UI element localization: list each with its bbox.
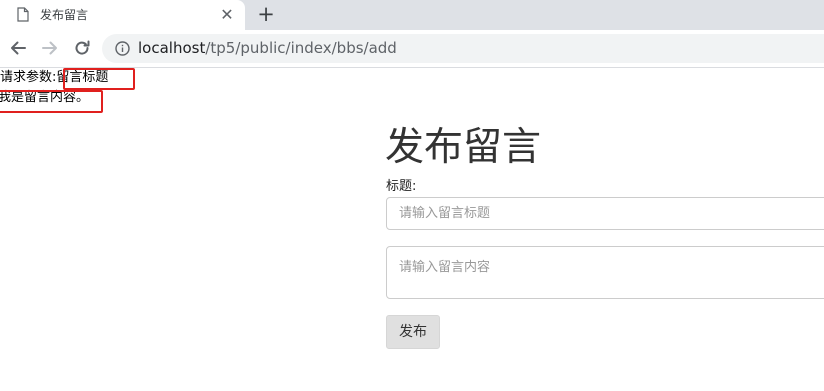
back-arrow-icon[interactable] bbox=[8, 38, 28, 58]
page-title: 发布留言 bbox=[385, 125, 542, 170]
reload-icon[interactable] bbox=[72, 38, 92, 58]
new-tab-icon[interactable]: + bbox=[256, 4, 276, 25]
browser-toolbar: localhost/tp5/public/index/bbs/add bbox=[0, 30, 824, 68]
info-icon[interactable] bbox=[115, 41, 130, 56]
document-icon bbox=[17, 7, 29, 22]
title-field-label: 标题: bbox=[386, 179, 417, 194]
tab-title: 发布留言 bbox=[40, 8, 89, 22]
submit-button[interactable]: 发布 bbox=[386, 315, 440, 349]
content-textarea[interactable] bbox=[386, 246, 824, 299]
highlight-box bbox=[63, 68, 135, 90]
url-host: localhost bbox=[138, 39, 206, 57]
url-path: /tp5/public/index/bbs/add bbox=[205, 39, 397, 57]
tab-strip: 发布留言 ✕ + bbox=[0, 0, 824, 30]
page-content: 请求参数:留言标题 我是留言内容。 发布留言 标题: 发布 bbox=[0, 68, 824, 391]
browser-tab[interactable]: 发布留言 ✕ bbox=[0, 0, 245, 30]
forward-arrow-icon[interactable] bbox=[40, 38, 60, 58]
highlight-box bbox=[0, 90, 103, 113]
address-bar[interactable]: localhost/tp5/public/index/bbs/add bbox=[102, 34, 824, 63]
title-input[interactable] bbox=[386, 197, 824, 230]
url-text[interactable]: localhost/tp5/public/index/bbs/add bbox=[138, 40, 397, 57]
close-tab-icon[interactable]: ✕ bbox=[219, 7, 235, 23]
debug-params-label: 请求参数: bbox=[0, 70, 57, 85]
